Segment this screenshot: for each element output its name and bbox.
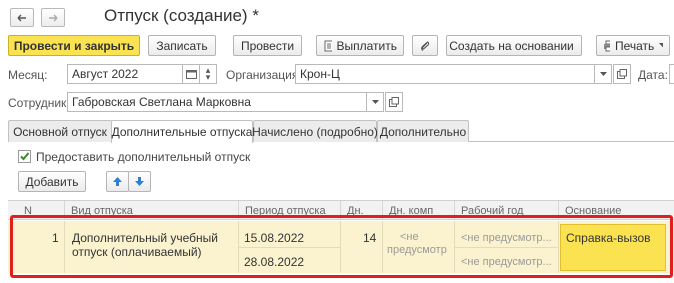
- tab-main-leave[interactable]: Основной отпуск: [8, 120, 112, 142]
- chevron-down-icon: [371, 99, 379, 104]
- forward-button[interactable]: [41, 8, 65, 27]
- page-title: Отпуск (создание) *: [104, 6, 259, 25]
- arrow-right-icon: [49, 14, 58, 21]
- tab-additional[interactable]: Дополнительно: [377, 120, 469, 142]
- highlight-frame: [10, 215, 673, 278]
- printer-icon: [604, 40, 610, 51]
- tab-accrued-detail[interactable]: Начислено (подробно): [252, 120, 378, 142]
- arrow-left-icon: [17, 14, 26, 21]
- tab-additional-leaves[interactable]: Дополнительные отпуска: [111, 120, 253, 143]
- grant-additional-leave-label: Предоставить дополнительный отпуск: [36, 150, 251, 164]
- date-field[interactable]: [669, 64, 674, 84]
- move-down-button[interactable]: [128, 171, 151, 192]
- move-up-button[interactable]: [106, 171, 129, 192]
- date-label: Дата:: [638, 68, 668, 82]
- spin-down-icon: ▾: [205, 72, 211, 82]
- print-label: Печать: [614, 38, 655, 53]
- month-spinner[interactable]: ▴ ▾: [199, 64, 217, 84]
- organization-open-button[interactable]: [613, 64, 631, 84]
- print-button[interactable]: Печать: [596, 35, 670, 56]
- organization-label: Организация:: [226, 68, 302, 82]
- checkmark-icon: [20, 152, 30, 161]
- post-button[interactable]: Провести: [233, 35, 302, 56]
- back-button[interactable]: [10, 8, 34, 27]
- open-icon: [617, 69, 627, 79]
- month-label: Месяц:: [8, 68, 48, 82]
- month-field[interactable]: Август 2022: [67, 64, 183, 84]
- paperclip-icon: [421, 40, 430, 51]
- post-and-close-button[interactable]: Провести и закрыть: [8, 35, 140, 56]
- employee-field[interactable]: Габровская Светлана Марковна: [67, 92, 367, 112]
- chevron-down-icon: [599, 71, 607, 76]
- calendar-icon: [185, 70, 197, 79]
- attach-button[interactable]: [412, 35, 438, 56]
- calendar-button[interactable]: [182, 64, 200, 84]
- organization-field[interactable]: Крон-Ц: [295, 64, 595, 84]
- add-button[interactable]: Добавить: [18, 171, 86, 192]
- pay-button[interactable]: Выплатить: [316, 35, 404, 56]
- grant-additional-leave-checkbox[interactable]: [18, 150, 31, 163]
- document-icon: [324, 40, 332, 51]
- employee-dropdown-button[interactable]: [366, 92, 384, 112]
- create-based-label: Создать на основании: [449, 38, 574, 53]
- pay-label: Выплатить: [336, 38, 398, 53]
- save-button[interactable]: Записать: [148, 35, 216, 56]
- arrow-down-icon: [135, 177, 144, 186]
- chevron-down-icon: [659, 43, 663, 47]
- organization-dropdown-button[interactable]: [594, 64, 612, 84]
- employee-label: Сотрудник:: [8, 96, 70, 110]
- create-based-button[interactable]: Создать на основании: [446, 35, 582, 56]
- open-icon: [389, 97, 399, 107]
- employee-open-button[interactable]: [385, 92, 403, 112]
- arrow-up-icon: [113, 177, 122, 186]
